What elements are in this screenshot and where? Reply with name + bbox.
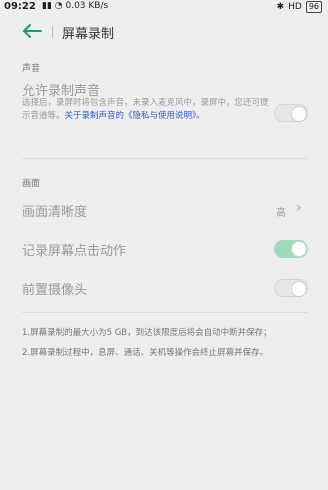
notes: 1.屏幕录制的最大小为5 GB，到达该限度后将会自动中断并保存； 2.屏幕录制过… xyxy=(22,326,308,366)
section-label-sound: 声音 xyxy=(22,64,41,74)
front-camera-toggle[interactable] xyxy=(274,279,308,297)
status-time: 09:22 xyxy=(4,1,36,12)
record-touch-toggle[interactable] xyxy=(274,240,308,258)
battery-indicator: 96 xyxy=(305,1,322,13)
status-right: ✱ HD 96 xyxy=(277,1,322,13)
clarity-title: 画面清晰度 xyxy=(22,205,88,220)
allow-sound-toggle[interactable] xyxy=(274,104,308,122)
privacy-link[interactable]: 关于录制声音的《隐私与使用说明》。 xyxy=(65,111,205,121)
front-camera-title: 前置摄像头 xyxy=(22,283,88,298)
back-arrow-icon[interactable] xyxy=(22,24,42,38)
bluetooth-icon: ✱ xyxy=(276,2,285,12)
page-title: 屏幕录制 xyxy=(62,27,115,42)
hd-label: HD xyxy=(288,2,302,12)
section-separator xyxy=(22,158,308,159)
chevron-right-icon: › xyxy=(296,200,302,216)
record-touch-title: 记录屏幕点击动作 xyxy=(22,244,127,259)
note-1: 1.屏幕录制的最大小为5 GB，到达该限度后将会自动中断并保存； xyxy=(22,328,272,338)
app-header: 屏幕录制 xyxy=(0,14,328,48)
section-label-picture: 画面 xyxy=(22,179,41,189)
header-divider xyxy=(52,26,53,38)
toggle-knob xyxy=(291,241,307,257)
allow-sound-description: 选择后，录屏时将包含声音，未录入麦克风中，录屏中，您还可提示音道等。关于录制声音… xyxy=(22,97,272,123)
note-2: 2.屏幕录制过程中，息屏、通话、关机等操作会终止屏幕并保存。 xyxy=(22,348,269,358)
toggle-knob xyxy=(291,281,307,297)
toggle-knob xyxy=(291,106,307,122)
section-separator xyxy=(22,312,308,313)
status-bar: 09:22 ▮▮ ◔ 0.03 KB/s ✱ HD 96 xyxy=(0,0,328,14)
signal-indicator: ▮▮ ◔ 0.03 KB/s xyxy=(42,1,109,11)
clarity-value: 高 xyxy=(276,208,286,219)
